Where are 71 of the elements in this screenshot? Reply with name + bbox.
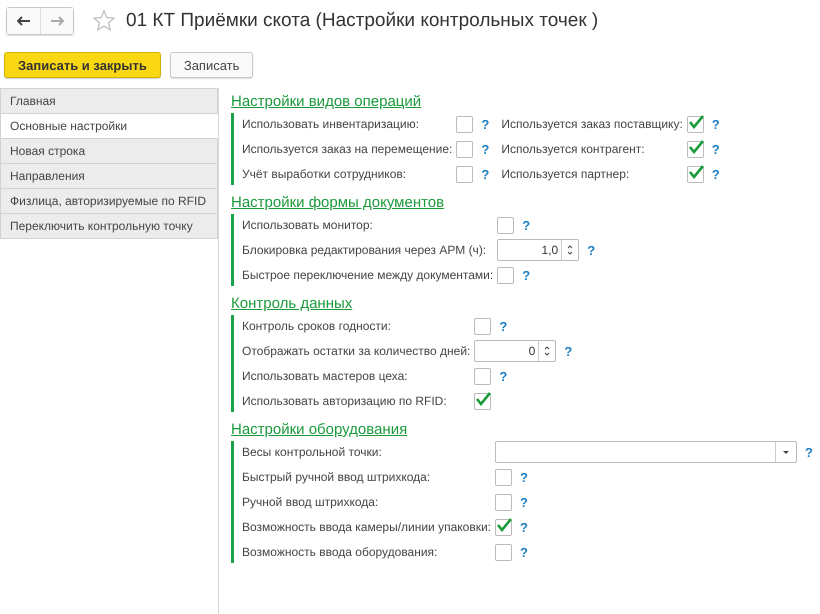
help-link[interactable]: ? <box>481 116 490 132</box>
section-heading[interactable]: Контроль данных <box>231 294 352 313</box>
window-title: 01 КТ Приёмки скота (Настройки контрольных точек ) <box>126 10 598 32</box>
number-field[interactable]: 1,0 <box>497 239 580 261</box>
checkbox[interactable] <box>686 166 704 182</box>
section-heading[interactable]: Настройки оборудования <box>231 420 408 439</box>
checkbox[interactable] <box>474 392 492 410</box>
help-link[interactable]: ? <box>520 520 528 534</box>
help-link[interactable]: ? <box>481 166 490 182</box>
field-label: Блокировка редактирования через АРМ (ч): <box>242 242 488 259</box>
field-label: Быстрое переключение между документами: <box>242 267 494 284</box>
checkbox[interactable] <box>686 116 704 132</box>
field-label: Использовать мастеров цеха: <box>242 368 409 385</box>
checkbox[interactable] <box>456 140 474 158</box>
sidebar-item[interactable]: Основные настройки <box>0 114 218 139</box>
help-link[interactable]: ? <box>805 444 813 460</box>
checkbox[interactable] <box>495 494 512 510</box>
sidebar-item[interactable]: Направления <box>0 164 218 189</box>
help-link[interactable]: ? <box>712 142 720 156</box>
sidebar-item[interactable]: Переключить контрольную точку <box>0 214 218 239</box>
field-label: Использовать авторизацию по RFID: <box>242 393 448 410</box>
checkbox[interactable] <box>495 518 512 536</box>
help-link[interactable]: ? <box>587 242 596 258</box>
sidebar-item[interactable]: Физлица, авторизируемые по RFID <box>0 189 218 214</box>
help-link[interactable]: ? <box>712 166 720 182</box>
save-and-close-button[interactable]: Записать и закрыть <box>4 52 161 78</box>
field-label: Используется заказ поставщику: <box>501 116 684 133</box>
field-label: Контроль сроков годности: <box>242 318 392 335</box>
checkbox[interactable] <box>686 140 704 158</box>
field-label: Возможность ввода камеры/линии упаковки: <box>242 519 492 536</box>
field-label: Используется партнер: <box>501 166 630 183</box>
dropdown-field[interactable] <box>495 441 797 463</box>
checkbox[interactable] <box>495 544 512 560</box>
star-icon[interactable] <box>92 9 116 33</box>
help-link[interactable]: ? <box>499 368 508 384</box>
help-link[interactable]: ? <box>520 544 528 560</box>
field-label: Использовать инвентаризацию: <box>242 116 420 133</box>
right-arrow-icon <box>50 16 64 26</box>
sidebar-item[interactable]: Главная <box>0 88 218 114</box>
checkbox[interactable] <box>474 368 492 384</box>
checkbox[interactable] <box>474 318 492 334</box>
section-heading[interactable]: Настройки видов операций <box>231 92 422 111</box>
help-link[interactable]: ? <box>520 470 528 484</box>
checkbox[interactable] <box>456 116 474 132</box>
section-heading[interactable]: Настройки формы документов <box>231 193 444 212</box>
checkbox[interactable] <box>495 468 512 486</box>
dropdown-caret-icon[interactable] <box>782 450 790 454</box>
number-field[interactable]: 0 <box>474 340 556 362</box>
field-label: Ручной ввод штрихкода: <box>242 494 380 511</box>
field-label: Используется заказ на перемещение: <box>242 141 454 158</box>
checkbox[interactable] <box>497 216 514 234</box>
back-button[interactable] <box>7 8 40 34</box>
field-label: Быстрый ручной ввод штрихкода: <box>242 469 432 486</box>
help-link[interactable]: ? <box>564 344 572 358</box>
sidebar-item[interactable]: Новая строка <box>0 139 218 164</box>
help-link[interactable]: ? <box>499 318 508 334</box>
field-label: Используется контрагент: <box>501 141 646 158</box>
help-link[interactable]: ? <box>712 116 720 132</box>
help-link[interactable]: ? <box>481 142 490 156</box>
field-label: Возможность ввода оборудования: <box>242 544 438 561</box>
field-label: Весы контрольной точки: <box>242 444 383 461</box>
help-link[interactable]: ? <box>522 268 530 282</box>
checkbox[interactable] <box>497 266 514 284</box>
help-link[interactable]: ? <box>520 494 528 510</box>
field-label: Использовать монитор: <box>242 217 374 234</box>
save-button[interactable]: Записать <box>170 52 254 78</box>
help-link[interactable]: ? <box>522 218 530 232</box>
left-arrow-icon <box>16 16 30 26</box>
field-label: Отображать остатки за количество дней: <box>242 343 472 360</box>
field-label: Учёт выработки сотрудников: <box>242 166 408 183</box>
checkbox[interactable] <box>456 166 474 182</box>
